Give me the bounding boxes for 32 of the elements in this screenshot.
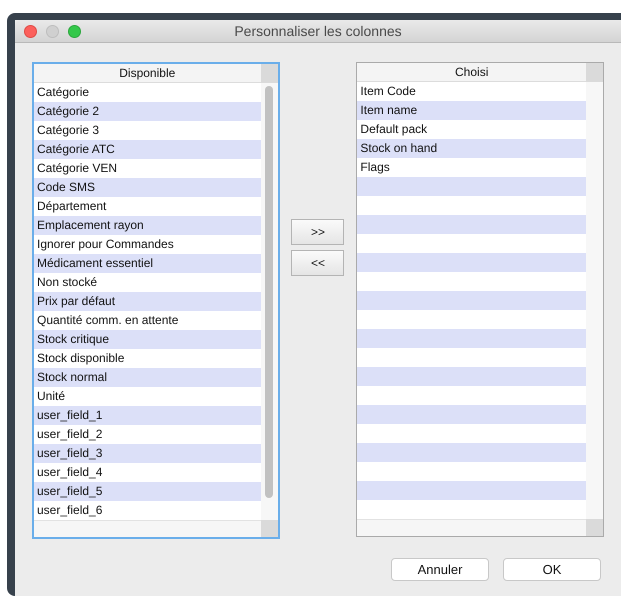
scrollbar[interactable] (586, 82, 603, 519)
list-item[interactable]: user_field_5 (34, 482, 261, 501)
scrollbar-corner (586, 519, 603, 536)
list-item[interactable]: Catégorie 2 (34, 102, 261, 121)
column-header[interactable]: Disponible (34, 64, 261, 83)
list-item[interactable]: Médicament essentiel (34, 254, 261, 273)
scrollbar-thumb[interactable] (264, 86, 273, 498)
list-item[interactable]: Catégorie ATC (34, 140, 261, 159)
cancel-button[interactable]: Annuler (391, 558, 489, 581)
list-item[interactable]: Prix par défaut (34, 292, 261, 311)
scrollbar[interactable] (260, 83, 278, 520)
scrollbar-corner (586, 63, 603, 82)
minimize-icon[interactable] (46, 25, 59, 38)
move-button[interactable]: >> (291, 219, 344, 245)
ok-button[interactable]: OK (503, 558, 601, 581)
list-item[interactable]: Code SMS (34, 178, 261, 197)
scrollbar-corner (260, 520, 278, 537)
list-item[interactable]: Stock on hand (357, 139, 586, 158)
horizontal-scrollbar[interactable] (357, 519, 586, 536)
zoom-icon[interactable] (68, 25, 81, 38)
close-icon[interactable] (24, 25, 37, 38)
list-item[interactable]: Emplacement rayon (34, 216, 261, 235)
list-item[interactable]: user_field_1 (34, 406, 261, 425)
list-item[interactable]: Item name (357, 101, 586, 120)
column-header[interactable]: Choisi (357, 63, 586, 82)
window-title: Personnaliser les colonnes (234, 23, 402, 39)
list-item[interactable]: Stock critique (34, 330, 261, 349)
list-item[interactable]: user_field_3 (34, 444, 261, 463)
list-item[interactable]: Stock normal (34, 368, 261, 387)
move-button[interactable]: << (291, 250, 344, 276)
horizontal-scrollbar[interactable] (34, 520, 261, 537)
scrollbar-corner (260, 64, 278, 83)
